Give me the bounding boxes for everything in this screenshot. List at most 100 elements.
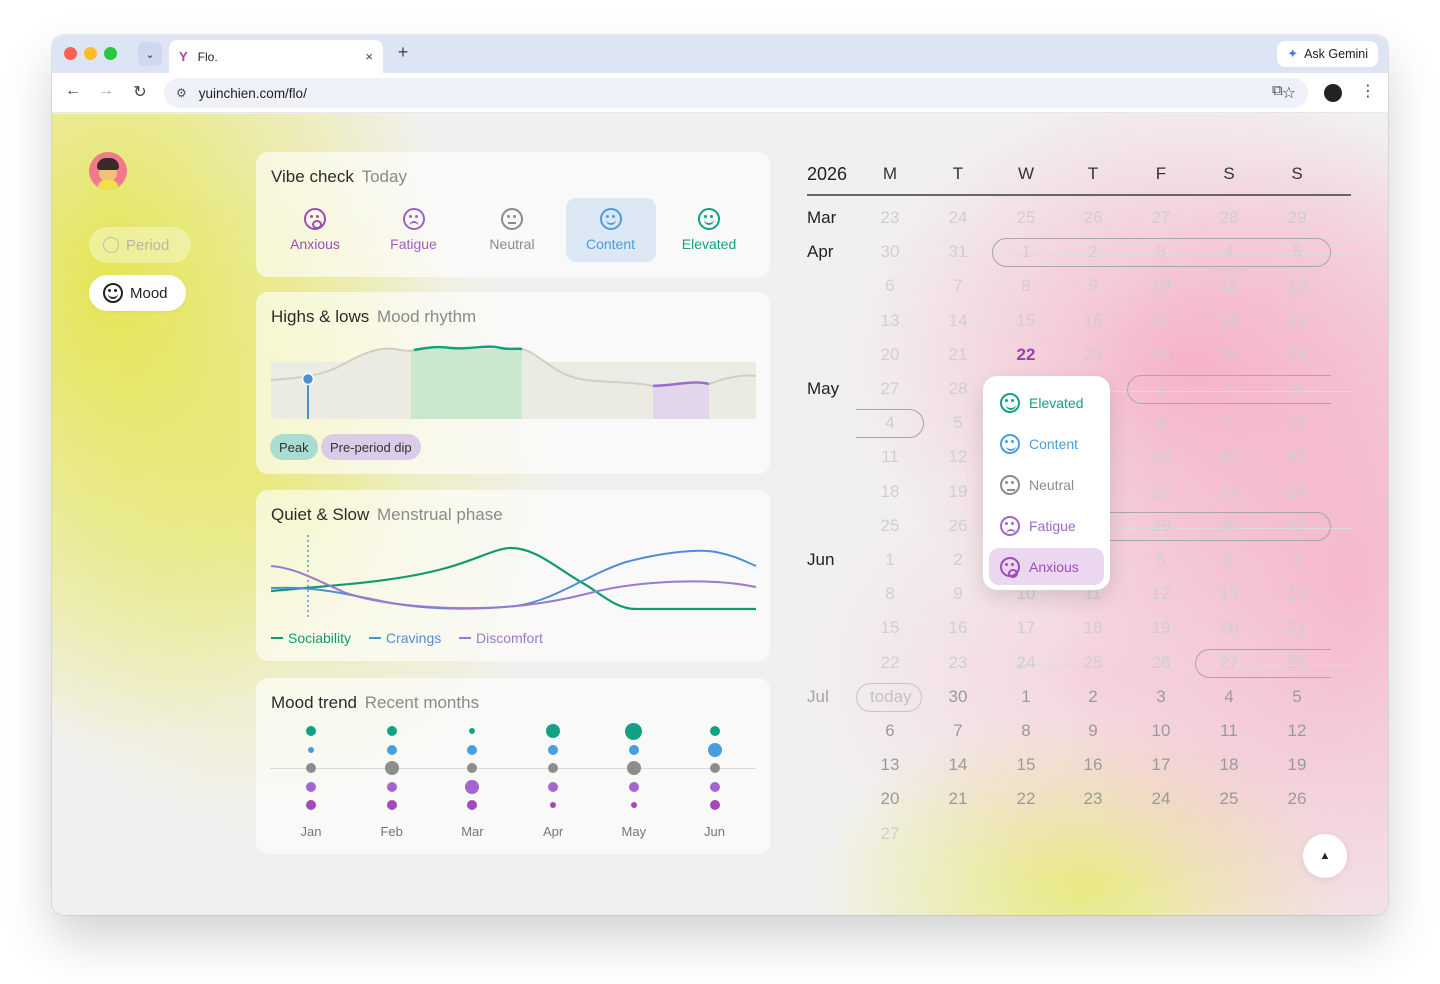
calendar-day[interactable]: 16	[938, 618, 978, 638]
calendar-day[interactable]: 25	[1073, 653, 1113, 673]
calendar-day[interactable]: 28	[938, 379, 978, 399]
calendar-day[interactable]: 14	[938, 311, 978, 331]
calendar-day[interactable]: 7	[1277, 550, 1317, 570]
calendar-day[interactable]: 30	[1209, 516, 1249, 536]
calendar-day[interactable]: 15	[1141, 447, 1181, 467]
calendar-day[interactable]: 18	[1209, 755, 1249, 775]
calendar-day[interactable]: 11	[870, 447, 910, 467]
calendar-day[interactable]: 21	[938, 345, 978, 365]
calendar-day[interactable]: 3	[1141, 242, 1181, 262]
calendar-day[interactable]: 21	[1277, 618, 1317, 638]
calendar-day[interactable]: 1	[1141, 379, 1181, 399]
calendar-day[interactable]: 6	[1209, 550, 1249, 570]
calendar-day[interactable]: 26	[1277, 789, 1317, 809]
sidebar-item-period[interactable]: Period	[89, 227, 191, 263]
calendar-day[interactable]: 26	[1141, 653, 1181, 673]
calendar-day[interactable]: 10	[1141, 276, 1181, 296]
calendar-day[interactable]: 5	[1277, 687, 1317, 707]
calendar-day[interactable]: 23	[1073, 345, 1113, 365]
calendar-day[interactable]: 15	[870, 618, 910, 638]
calendar-day[interactable]: 17	[1141, 311, 1181, 331]
calendar-day[interactable]: 19	[938, 482, 978, 502]
url-field[interactable]: ⚙ yuinchien.com/flo/ ☆	[164, 78, 1308, 108]
calendar-day[interactable]: 23	[870, 208, 910, 228]
calendar-day[interactable]: 3	[1141, 687, 1181, 707]
calendar-day[interactable]: 30	[938, 687, 978, 707]
calendar-day[interactable]: 12	[1277, 276, 1317, 296]
tab-close-icon[interactable]: ×	[365, 49, 373, 64]
calendar-day[interactable]: 27	[870, 379, 910, 399]
maximize-window-button[interactable]	[104, 47, 117, 60]
calendar-day[interactable]: 11	[1209, 721, 1249, 741]
vibe-option-elevated[interactable]: Elevated	[664, 198, 754, 262]
calendar-day[interactable]: 23	[1209, 482, 1249, 502]
calendar-day[interactable]: 2	[938, 550, 978, 570]
minimize-window-button[interactable]	[84, 47, 97, 60]
calendar-day[interactable]: 28	[1277, 653, 1317, 673]
vibe-option-neutral[interactable]: Neutral	[467, 198, 557, 262]
calendar-day[interactable]: 4	[870, 413, 910, 433]
calendar-day[interactable]: 6	[870, 721, 910, 741]
calendar-day[interactable]: 18	[870, 482, 910, 502]
calendar-day[interactable]: 5	[1141, 550, 1181, 570]
calendar-day[interactable]: 20	[870, 789, 910, 809]
calendar-day[interactable]: 14	[938, 755, 978, 775]
mood-popup-item-anxious[interactable]: Anxious	[989, 548, 1104, 585]
calendar-day[interactable]: 16	[1073, 311, 1113, 331]
calendar-day[interactable]: 25	[870, 516, 910, 536]
calendar-day[interactable]: 9	[1073, 276, 1113, 296]
calendar-day[interactable]: 19	[1141, 618, 1181, 638]
mood-popup-item-content[interactable]: Content	[989, 425, 1104, 462]
calendar-day[interactable]: 4	[1209, 242, 1249, 262]
calendar-day[interactable]: 16	[1073, 755, 1113, 775]
calendar-day[interactable]: 15	[1006, 311, 1046, 331]
calendar-day[interactable]: 20	[870, 345, 910, 365]
calendar-day[interactable]: 26	[1073, 208, 1113, 228]
user-avatar[interactable]	[89, 152, 127, 190]
calendar-day[interactable]: 22	[1141, 482, 1181, 502]
calendar-day[interactable]: 8	[870, 584, 910, 604]
calendar-day[interactable]: 18	[1073, 618, 1113, 638]
calendar-day[interactable]: 25	[1209, 789, 1249, 809]
calendar-day[interactable]: 30	[870, 242, 910, 262]
calendar-day[interactable]: 19	[1277, 755, 1317, 775]
mood-popup-item-fatigue[interactable]: Fatigue	[989, 507, 1104, 544]
calendar-day[interactable]: 2	[1073, 242, 1113, 262]
calendar-day[interactable]: 25	[1006, 208, 1046, 228]
calendar-day[interactable]: 29	[1141, 516, 1181, 536]
calendar-day[interactable]: 8	[1141, 413, 1181, 433]
calendar-day[interactable]: 23	[938, 653, 978, 673]
vibe-option-anxious[interactable]: Anxious	[270, 198, 360, 262]
new-tab-button[interactable]: +	[392, 42, 414, 63]
calendar-day[interactable]: 5	[938, 413, 978, 433]
calendar-day[interactable]: 27	[1209, 653, 1249, 673]
calendar-day[interactable]: 31	[1277, 516, 1317, 536]
calendar-today[interactable]: today	[870, 687, 912, 707]
calendar-day[interactable]: 26	[1277, 345, 1317, 365]
calendar-day[interactable]: 17	[1277, 447, 1317, 467]
sidebar-item-mood[interactable]: Mood	[89, 275, 186, 311]
vibe-option-fatigue[interactable]: Fatigue	[369, 198, 459, 262]
calendar-day[interactable]: 24	[1277, 482, 1317, 502]
calendar-day[interactable]: 22	[1006, 789, 1046, 809]
calendar-day[interactable]: 10	[1141, 721, 1181, 741]
profile-avatar-icon[interactable]	[1324, 84, 1342, 102]
extensions-icon[interactable]: ⧉	[1272, 82, 1283, 99]
calendar-day[interactable]: 15	[1006, 755, 1046, 775]
mood-popup-item-elevated[interactable]: Elevated	[989, 384, 1104, 421]
close-window-button[interactable]	[64, 47, 77, 60]
calendar-day[interactable]: 20	[1209, 618, 1249, 638]
calendar-day[interactable]: 17	[1141, 755, 1181, 775]
calendar-day[interactable]: 24	[1006, 653, 1046, 673]
calendar-day[interactable]: 5	[1277, 242, 1317, 262]
calendar-day[interactable]: 24	[1141, 789, 1181, 809]
calendar-day[interactable]: 2	[1209, 379, 1249, 399]
calendar-day[interactable]: 24	[1141, 345, 1181, 365]
browser-tab[interactable]: Y Flo. ×	[169, 40, 383, 73]
calendar-day[interactable]: 21	[938, 789, 978, 809]
calendar-day[interactable]: 12	[938, 447, 978, 467]
calendar-day[interactable]: 31	[938, 242, 978, 262]
calendar-day[interactable]: 13	[1209, 584, 1249, 604]
calendar-day[interactable]: 9	[1073, 721, 1113, 741]
calendar-day[interactable]: 7	[938, 276, 978, 296]
